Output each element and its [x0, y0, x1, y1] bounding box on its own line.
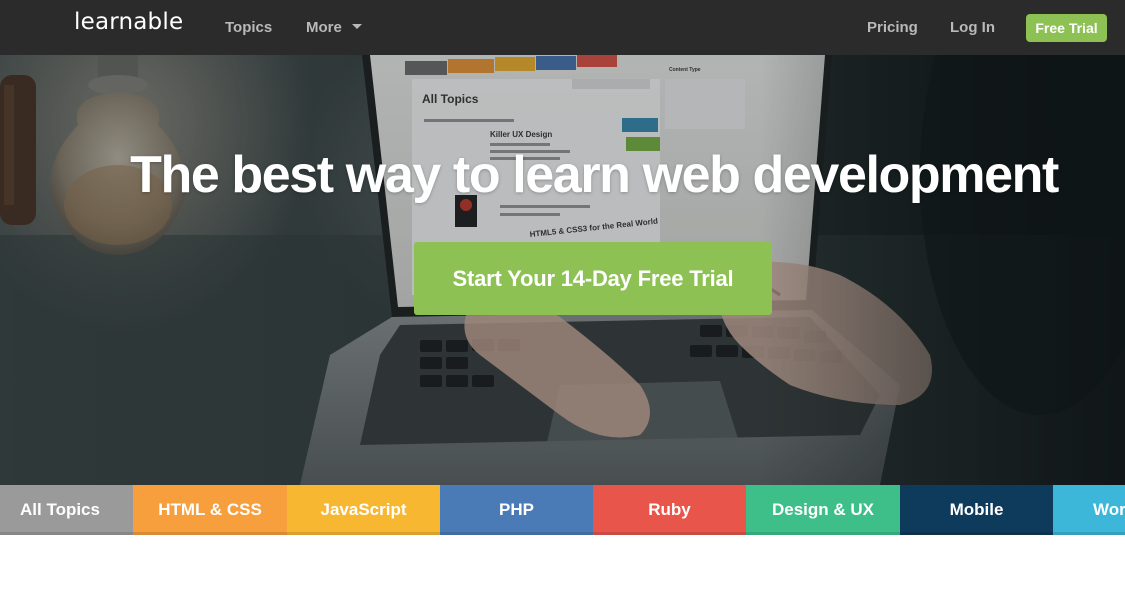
nav-more-label: More	[306, 19, 342, 36]
learnable-logo[interactable]: learnable	[74, 9, 183, 35]
category-html-css[interactable]: HTML & CSS	[133, 485, 287, 535]
category-bar: All Topics HTML & CSS JavaScript PHP Rub…	[0, 485, 1125, 535]
category-design-ux[interactable]: Design & UX	[746, 485, 900, 535]
start-free-trial-button[interactable]: Start Your 14-Day Free Trial	[414, 242, 772, 315]
caret-down-icon	[351, 24, 362, 29]
nav-topics-link[interactable]: Topics	[225, 19, 272, 36]
category-all-topics[interactable]: All Topics	[0, 485, 133, 535]
nav-pricing-link[interactable]: Pricing	[867, 19, 918, 36]
nav-login-link[interactable]: Log In	[950, 19, 995, 36]
category-ruby[interactable]: Ruby	[593, 485, 746, 535]
category-javascript[interactable]: JavaScript	[287, 485, 440, 535]
hero-title: The best way to learn web development	[130, 146, 1059, 204]
category-php[interactable]: PHP	[440, 485, 593, 535]
top-navigation: learnable Topics More Pricing Log In Fre…	[0, 0, 1125, 55]
hero-section: All Topics Killer UX Design HTML5 & CSS3…	[0, 55, 1125, 485]
free-trial-button[interactable]: Free Trial	[1026, 14, 1107, 42]
category-wordpress[interactable]: Wor	[1053, 485, 1125, 535]
nav-more-dropdown[interactable]: More	[306, 19, 362, 36]
category-mobile[interactable]: Mobile	[900, 485, 1053, 535]
